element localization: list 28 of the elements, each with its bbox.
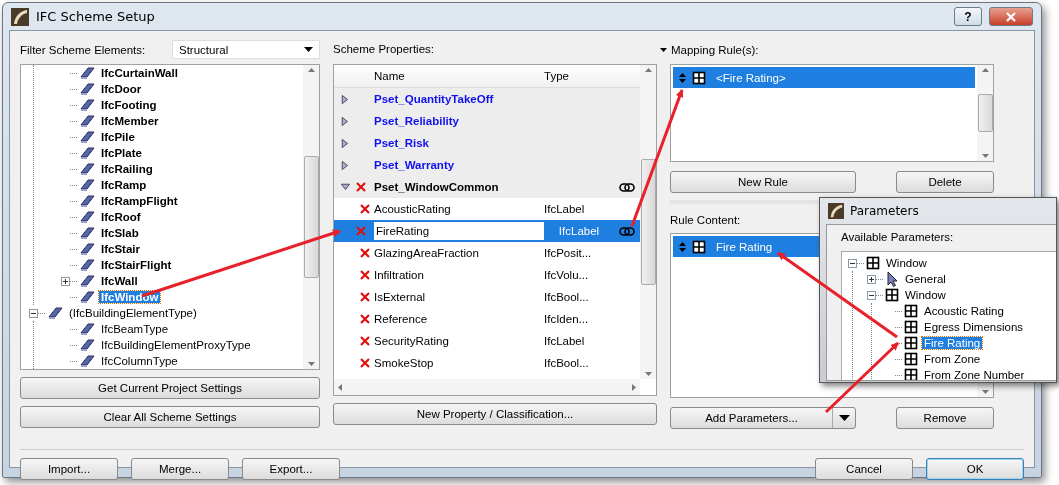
property-name: Infiltration	[374, 269, 424, 281]
panel-label: Mapping Rule(s):	[671, 43, 759, 56]
property-name: Pset_QuantityTakeOff	[374, 93, 494, 105]
property-name: SecurityRating	[374, 335, 449, 347]
property-type: IfcLabel	[544, 335, 585, 347]
property-type: IfcLabel	[558, 225, 600, 237]
panel-label: Available Parameters:	[841, 231, 955, 245]
property-type: IfcPosit...	[544, 247, 592, 259]
window-title: IFC Scheme Setup	[36, 9, 155, 24]
property-name: Pset_WindowCommon	[374, 181, 499, 193]
property-type: IfcBool...	[544, 291, 589, 303]
property-name: FireRating	[376, 225, 430, 237]
panel-label: Scheme Properties:	[333, 42, 434, 57]
property-name: AcousticRating	[374, 203, 451, 215]
property-type: IfcLabel	[544, 203, 585, 215]
property-name: SmokeStop	[374, 357, 434, 369]
property-type: IfcIden...	[544, 313, 589, 325]
property-name: IsExternal	[374, 291, 426, 303]
panel-label: Rule Content:	[670, 213, 741, 228]
window-title: Parameters	[850, 204, 919, 218]
property-name: Pset_Reliability	[374, 115, 459, 127]
property-name: GlazingAreaFraction	[374, 247, 479, 259]
property-name: Pset_Risk	[374, 137, 429, 149]
property-name: Reference	[374, 313, 428, 325]
property-type: IfcVolu...	[544, 269, 589, 281]
property-name: Pset_Warranty	[374, 159, 455, 171]
filter-label: Filter Scheme Elements:	[20, 43, 146, 56]
property-type: IfcBool...	[544, 357, 589, 369]
